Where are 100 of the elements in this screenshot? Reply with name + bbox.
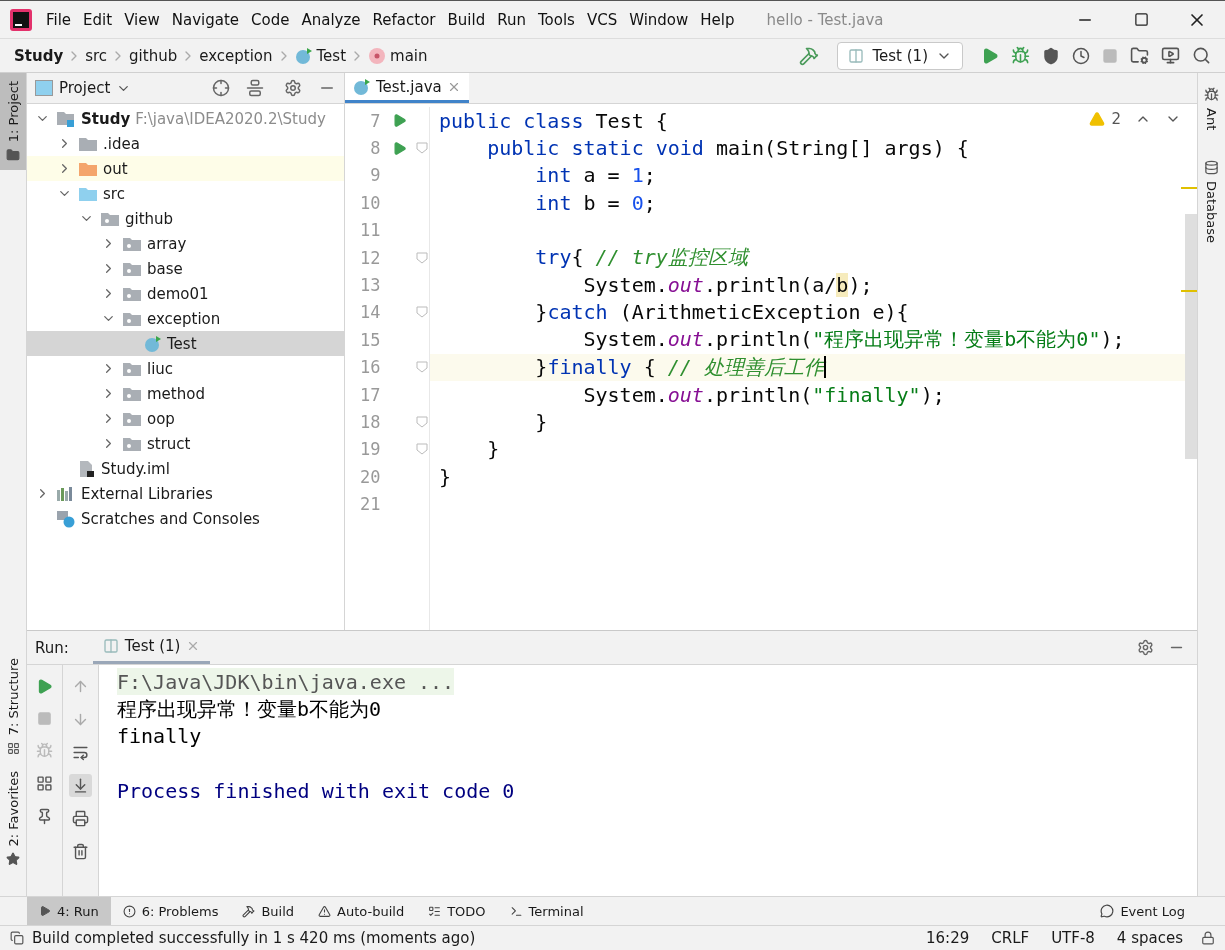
class-icon [144, 334, 162, 353]
menu-item[interactable]: Code [245, 10, 296, 29]
status-item[interactable]: 16:29 [926, 929, 970, 947]
breadcrumb[interactable]: Test [316, 46, 347, 65]
pin-icon[interactable] [36, 808, 53, 825]
warning-count[interactable]: 2 [1111, 110, 1121, 128]
tree-item[interactable]: github [27, 206, 344, 231]
build-icon[interactable] [799, 45, 820, 66]
lock-icon[interactable] [1201, 931, 1215, 945]
coverage-icon[interactable] [1042, 46, 1060, 65]
maximize-icon[interactable] [1133, 12, 1149, 27]
line-number: 8 [369, 138, 382, 159]
layout-icon[interactable] [36, 775, 53, 792]
run-tab[interactable]: Test (1) [92, 631, 211, 664]
tree-item[interactable]: src [27, 181, 344, 206]
line-number: 18 [359, 412, 382, 432]
tool-window-tab[interactable]: 7: Structure [0, 650, 26, 763]
presentation-icon[interactable] [1161, 46, 1180, 65]
run-gutter-icon[interactable] [391, 113, 407, 129]
menu-item[interactable]: Build [441, 10, 492, 29]
event-log-button[interactable]: Event Log [1088, 897, 1197, 925]
status-item[interactable]: CRLF [991, 929, 1030, 947]
menu-item[interactable]: Navigate [165, 10, 246, 29]
menu-item[interactable]: VCS [580, 10, 624, 29]
package-icon [122, 285, 142, 302]
breadcrumb[interactable]: main [390, 46, 428, 65]
menu-item[interactable]: View [118, 10, 166, 29]
search-icon[interactable] [1192, 46, 1211, 65]
menu-item[interactable]: Analyze [295, 10, 367, 29]
breadcrumb[interactable]: Study [14, 46, 64, 65]
tree-item[interactable]: External Libraries [27, 481, 344, 506]
collapse-icon[interactable] [246, 79, 264, 97]
tree-item[interactable]: Study F:\java\IDEA2020.2\Study [27, 106, 344, 131]
speech-bubble-icon [1100, 904, 1115, 918]
tree-item[interactable]: out [27, 156, 344, 181]
tool-window-button[interactable]: Terminal [497, 897, 596, 925]
settings-icon[interactable] [284, 79, 302, 97]
tree-item[interactable]: exception [27, 306, 344, 331]
tree-item[interactable]: liuc [27, 356, 344, 381]
package-icon [122, 310, 142, 327]
run-gutter-icon[interactable] [391, 140, 407, 156]
scroll-to-end-icon[interactable] [72, 777, 89, 794]
tree-item[interactable]: demo01 [27, 281, 344, 306]
class-icon [353, 77, 371, 96]
tree-item[interactable]: method [27, 381, 344, 406]
tool-window-tab[interactable]: 2: Favorites [0, 762, 26, 875]
panel-icon [35, 80, 53, 96]
list-icon [428, 904, 442, 918]
database-icon [1204, 160, 1219, 176]
breadcrumb[interactable]: src [85, 46, 108, 65]
menu-item[interactable]: Refactor [366, 10, 442, 29]
editor-tab[interactable]: Test.java [345, 73, 469, 103]
tool-window-button[interactable]: 6: Problems [110, 897, 231, 925]
menu-item[interactable]: Help [694, 10, 741, 29]
panel-toggle-icon[interactable] [10, 931, 24, 945]
profile-icon[interactable] [1072, 46, 1090, 65]
tree-label: github [125, 209, 174, 228]
tree-label: Scratches and Consoles [81, 509, 260, 528]
tree-item[interactable]: Study.iml [27, 456, 344, 481]
tree-item[interactable]: array [27, 231, 344, 256]
panel-title[interactable]: Project [59, 79, 111, 97]
tree-item[interactable]: Scratches and Consoles [27, 506, 344, 531]
tree-item[interactable]: Test [27, 331, 344, 356]
menu-item[interactable]: Run [491, 10, 532, 29]
wrap-icon[interactable] [72, 744, 89, 761]
menu-item[interactable]: Edit [77, 10, 119, 29]
menu-item[interactable]: File [40, 10, 78, 29]
tree-label: .idea [103, 134, 140, 153]
tool-window-tab[interactable]: Database [1198, 152, 1225, 252]
status-item[interactable]: 4 spaces [1116, 929, 1183, 947]
tool-window-tab[interactable]: 1: Project [0, 73, 26, 171]
tool-window-tab[interactable]: Ant [1198, 79, 1225, 139]
status-item[interactable]: UTF-8 [1051, 929, 1095, 947]
tree-item[interactable]: oop [27, 406, 344, 431]
breadcrumb[interactable]: github [129, 46, 178, 65]
menu-item[interactable]: Window [623, 10, 695, 29]
tree-item[interactable]: base [27, 256, 344, 281]
run-configuration-dropdown[interactable]: Test (1) [837, 41, 963, 70]
locate-icon[interactable] [212, 79, 230, 97]
tree-item[interactable]: struct [27, 431, 344, 456]
trash-icon[interactable] [72, 843, 89, 860]
tool-window-button[interactable]: TODO [416, 897, 498, 925]
tool-window-button[interactable]: Auto-build [306, 897, 417, 925]
tool-window-button[interactable]: Build [230, 897, 307, 925]
breadcrumb[interactable]: exception [199, 46, 273, 65]
package-icon [122, 410, 142, 427]
rerun-icon[interactable] [36, 678, 53, 695]
settings-icon[interactable] [1137, 639, 1154, 656]
project-structure-icon[interactable] [1130, 46, 1149, 65]
tree-label: method [147, 384, 205, 403]
debug-icon[interactable] [1011, 46, 1030, 65]
tool-window-button[interactable]: 4: Run [27, 897, 111, 925]
menu-item[interactable]: Tools [531, 10, 581, 29]
tree-item[interactable]: .idea [27, 131, 344, 156]
app-logo [10, 8, 32, 31]
tree-label: array [147, 234, 187, 253]
run-icon[interactable] [981, 46, 999, 65]
line-number: 17 [359, 384, 382, 405]
code-line: System.out.println("finally"); [582, 382, 945, 407]
print-icon[interactable] [72, 810, 89, 827]
